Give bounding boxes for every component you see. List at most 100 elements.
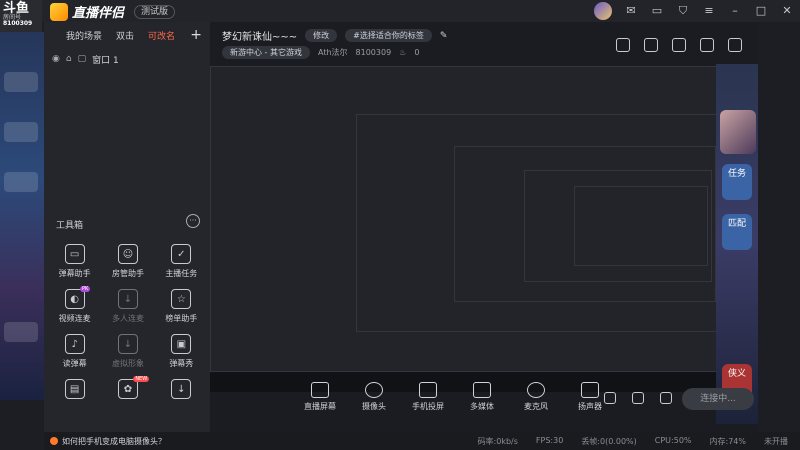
- shirt-icon[interactable]: ⛉: [676, 4, 690, 18]
- status-tip[interactable]: 如何把手机变成电脑摄像头？: [50, 436, 166, 447]
- tab-my-scenes[interactable]: 我的场景: [66, 29, 102, 42]
- close-icon[interactable]: ✕: [780, 4, 794, 18]
- tool-danmaku-helper[interactable]: ▭ 弹幕助手: [48, 244, 101, 279]
- tool-item[interactable]: ✿ NEW: [101, 376, 154, 399]
- lock-icon[interactable]: ⌂: [66, 54, 72, 64]
- eye-icon[interactable]: ◉: [52, 54, 60, 64]
- task-button: 任务: [722, 164, 752, 200]
- screen-capture-button[interactable]: 直播屏幕: [300, 382, 340, 412]
- menu-icon[interactable]: ≡: [702, 4, 716, 18]
- record-icon[interactable]: [604, 392, 616, 404]
- bottom-toolbar: 直播屏幕 摄像头 手机投屏 多媒体 麦克风 扬声器: [300, 382, 610, 412]
- tool-grid: ▭ 弹幕助手 ☺ 房管助手 ✓ 主播任务 ◐ PK 视频连麦 ↓ 多人连麦 ☆ 榜单助手 ♪ 读…: [48, 244, 208, 399]
- window-controls: ✉ ▭ ⛉ ≡ – □ ✕: [594, 2, 794, 20]
- tool-item[interactable]: ▤: [48, 379, 101, 399]
- tool-item[interactable]: ↓: [155, 379, 208, 399]
- speech-icon: ♪: [64, 334, 85, 354]
- gift-icon: ✿: [117, 379, 138, 399]
- gift-box-icon[interactable]: [616, 38, 630, 52]
- tool-label: 麦克风: [524, 402, 548, 411]
- visibility-icon[interactable]: [632, 392, 644, 404]
- window-icon: ▢: [77, 54, 87, 64]
- lock-icon[interactable]: [644, 38, 658, 52]
- stream-info: 新游中心 - 其它游戏 Ath法尔 8100309 ♨ 0: [222, 46, 419, 59]
- tab-double-click[interactable]: 双击: [116, 29, 134, 42]
- tool-label: 视频连麦: [58, 314, 91, 323]
- share-icon[interactable]: [728, 38, 742, 52]
- mail-icon[interactable]: ✉: [624, 4, 638, 18]
- phone-cast-button[interactable]: 手机投屏: [408, 382, 448, 412]
- tool-danmaku-show[interactable]: ▣ 弹幕秀: [155, 334, 208, 369]
- tool-label: 直播屏幕: [304, 402, 336, 411]
- speaker-icon: [581, 382, 599, 398]
- dropped-frames-stat: 丢帧:0(0.00%): [581, 436, 637, 446]
- tool-multi-link[interactable]: ↓ 多人连麦: [101, 289, 154, 324]
- tool-label: 虚拟形象: [111, 359, 144, 368]
- phone-icon: [419, 382, 437, 398]
- message-icon[interactable]: ▭: [650, 4, 664, 18]
- brand: 直播伴侣 测试版: [50, 2, 176, 21]
- game-element: [4, 122, 38, 142]
- tool-label: 摄像头: [362, 402, 386, 411]
- microphone-button[interactable]: 麦克风: [516, 382, 556, 412]
- pk-badge: PK: [79, 286, 91, 292]
- heat-value: 0: [414, 48, 420, 57]
- media-icon: [473, 382, 491, 398]
- author-name: Ath法尔: [317, 48, 348, 57]
- stream-preview[interactable]: [210, 66, 758, 392]
- fps-stat: FPS:30: [535, 435, 564, 445]
- live-status: 未开播: [764, 436, 788, 446]
- tool-anchor-task[interactable]: ✓ 主播任务: [155, 244, 208, 279]
- edit-title-button[interactable]: 修改: [305, 29, 338, 42]
- clipboard-icon: ✓: [171, 244, 192, 264]
- brand-name: 直播伴侣: [72, 6, 125, 21]
- extra-controls: [604, 392, 672, 404]
- camera-button[interactable]: 摄像头: [354, 382, 394, 412]
- game-element: [4, 172, 38, 192]
- tool-ranking[interactable]: ☆ 榜单助手: [155, 289, 208, 324]
- bitrate-stat: 码率:0kb/s: [477, 436, 518, 446]
- stats: 码率:0kb/s FPS:30 丢帧:0(0.00%) CPU:50% 内存:7…: [478, 436, 788, 447]
- tip-icon: [50, 437, 58, 445]
- beta-button[interactable]: 测试版: [134, 4, 176, 19]
- scene-item[interactable]: ◉ ⌂ ▢ 窗口 1: [44, 48, 210, 70]
- layout-icon[interactable]: [672, 38, 686, 52]
- tv-icon: ▣: [171, 334, 192, 354]
- tool-label: 弹幕秀: [169, 359, 194, 368]
- settings-icon[interactable]: [660, 392, 672, 404]
- tool-room-admin[interactable]: ☺ 房管助手: [101, 244, 154, 279]
- tool-label: 多人连麦: [111, 314, 144, 323]
- tool-video-link[interactable]: ◐ PK 视频连麦: [48, 286, 101, 324]
- star-icon: ☆: [171, 289, 192, 309]
- add-scene-icon[interactable]: +: [190, 27, 202, 43]
- bell-icon[interactable]: [700, 38, 714, 52]
- tab-renamable[interactable]: 可改名: [148, 29, 175, 42]
- start-live-button[interactable]: 连接中...: [682, 388, 754, 410]
- category-selector[interactable]: 新游中心 - 其它游戏: [222, 46, 310, 59]
- preview-nest: [574, 186, 708, 266]
- app-window: 斗鱼 房间号 8100309 直播伴侣 测试版 ✉ ▭ ⛉ ≡ – □ ✕ 我的…: [0, 0, 800, 450]
- chat-icon: ▭: [64, 244, 85, 264]
- download-icon: ↓: [117, 334, 138, 354]
- maximize-icon[interactable]: □: [754, 4, 768, 18]
- left-panel: 我的场景 双击 可改名 + ◉ ⌂ ▢ 窗口 1 工具箱 ··· ▭ 弹幕助手 ☺…: [44, 22, 210, 432]
- game-element: [4, 72, 38, 92]
- download-icon: ↓: [117, 289, 138, 309]
- more-tools-icon[interactable]: ···: [186, 214, 200, 228]
- tool-label: 手机投屏: [412, 402, 444, 411]
- room-id: 8100309: [355, 48, 392, 57]
- game-preview-left: [0, 32, 44, 400]
- match-button: 匹配: [722, 214, 752, 250]
- tool-read-danmaku[interactable]: ♪ 读弹幕: [48, 334, 101, 369]
- multimedia-button[interactable]: 多媒体: [462, 382, 502, 412]
- tool-virtual-avatar[interactable]: ↓ 虚拟形象: [101, 334, 154, 369]
- tool-label: 扬声器: [578, 402, 602, 411]
- minimize-icon[interactable]: –: [728, 4, 742, 18]
- edit-icon[interactable]: ✎: [440, 31, 448, 41]
- memory-stat: 内存:74%: [709, 436, 746, 446]
- user-avatar[interactable]: [594, 2, 612, 20]
- tool-label: 读弹幕: [62, 359, 87, 368]
- tag-selector[interactable]: #选择适合你的标签: [345, 29, 432, 42]
- tool-label: 弹幕助手: [58, 269, 91, 278]
- main-area: 梦幻新诛仙~~~ 修改 #选择适合你的标签 ✎ 新游中心 - 其它游戏 Ath法…: [210, 22, 758, 432]
